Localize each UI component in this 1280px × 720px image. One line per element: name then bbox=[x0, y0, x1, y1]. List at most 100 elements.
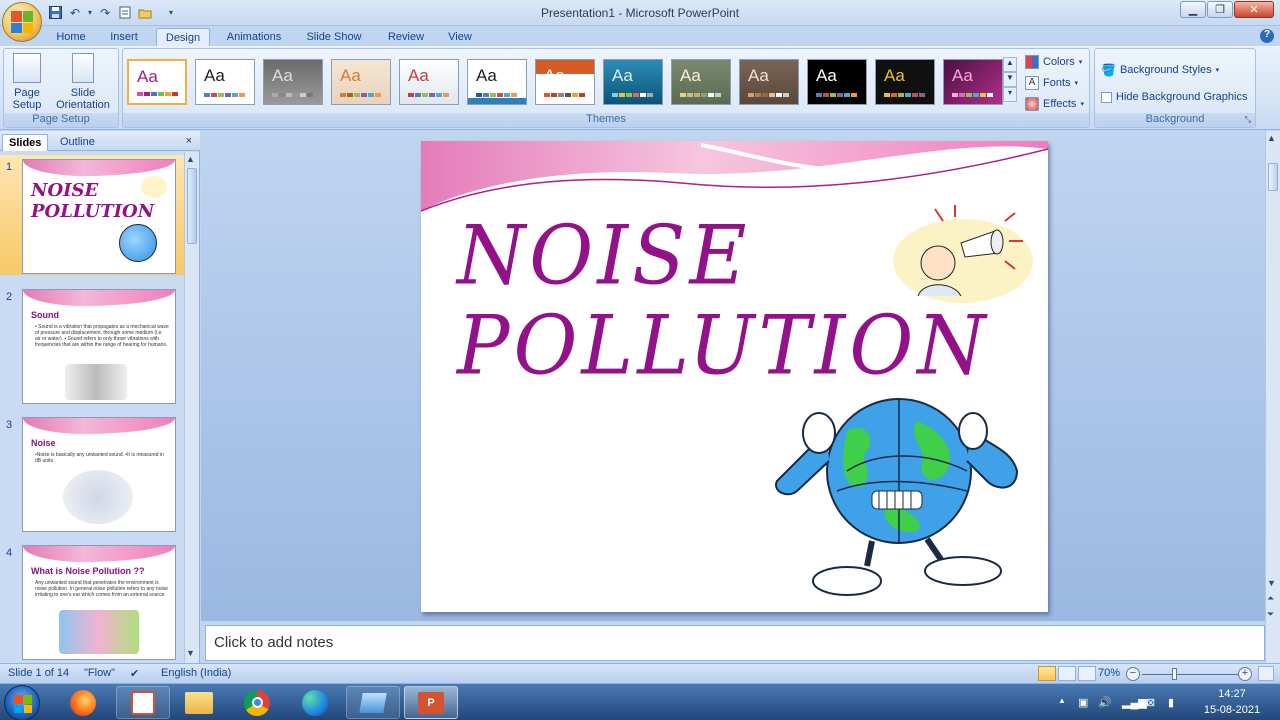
tab-home[interactable]: Home bbox=[50, 28, 92, 47]
theme-thumbnail-13[interactable]: Aa bbox=[943, 59, 1003, 105]
edge-icon[interactable] bbox=[288, 686, 342, 719]
slide-thumbnail-1[interactable]: 1 NOISE POLLUTION bbox=[0, 155, 184, 275]
theme-thumbnail-5[interactable]: Aa bbox=[399, 59, 459, 105]
zoom-slider-thumb[interactable] bbox=[1172, 668, 1177, 680]
theme-thumbnail-12[interactable]: Aa bbox=[875, 59, 935, 105]
dialog-launcher-icon[interactable]: ⤡ bbox=[1245, 115, 1251, 125]
slides-pane-scrollbar[interactable]: ▲ ▼ bbox=[184, 152, 199, 663]
scroll-down-icon[interactable]: ▼ bbox=[186, 648, 195, 658]
powerpoint-viewer-icon[interactable] bbox=[116, 686, 170, 719]
scroll-thumb[interactable] bbox=[1268, 163, 1278, 191]
powerpoint-taskbar-icon[interactable]: P bbox=[404, 686, 458, 719]
current-slide[interactable]: NOISE POLLUTION bbox=[421, 141, 1048, 612]
slide-show-view-icon[interactable] bbox=[1078, 666, 1096, 681]
slide-thumbnail-4[interactable]: 4 What is Noise Pollution ?? Any unwante… bbox=[0, 541, 184, 661]
color-swatch bbox=[497, 93, 503, 97]
battery-icon[interactable]: ▮ bbox=[1168, 696, 1174, 709]
fit-to-window-icon[interactable] bbox=[1258, 666, 1274, 681]
gallery-more-icon[interactable]: ▾ bbox=[1003, 87, 1017, 102]
theme-thumbnail-8[interactable]: Aa bbox=[603, 59, 663, 105]
slide-preview: Sound • Sound is a vibration that propag… bbox=[22, 289, 176, 404]
tab-design[interactable]: Design bbox=[156, 28, 210, 47]
theme-thumbnail-1[interactable]: Aa bbox=[127, 59, 187, 105]
slide-title-line1[interactable]: NOISE bbox=[457, 209, 750, 304]
color-swatch bbox=[987, 93, 993, 97]
scroll-thumb[interactable] bbox=[187, 168, 197, 244]
notes-pane[interactable]: Click to add notes bbox=[205, 625, 1265, 661]
notification-icon[interactable]: ▣ bbox=[1078, 696, 1088, 709]
color-swatch bbox=[633, 93, 639, 97]
colors-button[interactable]: Colors ▾ bbox=[1025, 55, 1082, 69]
color-swatch bbox=[422, 93, 428, 97]
theme-thumbnail-2[interactable]: Aa bbox=[195, 59, 255, 105]
fonts-dropdown-icon: ▾ bbox=[1074, 80, 1079, 87]
fonts-button[interactable]: A Fonts ▾ bbox=[1025, 76, 1078, 90]
chrome-icon[interactable] bbox=[230, 686, 284, 719]
color-swatch bbox=[844, 93, 850, 97]
network-icon[interactable]: ▂▄▆ bbox=[1122, 696, 1147, 709]
clock-time[interactable]: 14:27 bbox=[1202, 688, 1262, 700]
theme-band bbox=[468, 98, 526, 104]
minimize-icon[interactable]: ▁ bbox=[1180, 1, 1206, 18]
slide-thumbnail-2[interactable]: 2 Sound • Sound is a vibration that prop… bbox=[0, 285, 184, 405]
page-setup-button[interactable]: Page Setup bbox=[10, 53, 44, 111]
slide-thumbnail-3[interactable]: 3 Noise •Noise is basically any unwanted… bbox=[0, 413, 184, 533]
close-icon[interactable]: ✕ bbox=[1234, 1, 1274, 18]
tab-view[interactable]: View bbox=[442, 28, 478, 47]
zoom-level[interactable]: 70% bbox=[1098, 667, 1120, 679]
zoom-in-icon[interactable]: + bbox=[1238, 667, 1252, 681]
show-hidden-icons-icon[interactable]: ▲ bbox=[1058, 696, 1066, 705]
clock-date[interactable]: 15-08-2021 bbox=[1202, 704, 1262, 716]
tab-animations[interactable]: Animations bbox=[222, 28, 286, 47]
next-slide-icon[interactable]: ⏷ bbox=[1267, 609, 1274, 620]
normal-view-icon[interactable] bbox=[1038, 666, 1056, 681]
slide-title-line2[interactable]: POLLUTION bbox=[457, 299, 990, 394]
page-setup-icon bbox=[13, 53, 41, 83]
theme-thumbnail-7[interactable]: Aa bbox=[535, 59, 595, 105]
volume-icon[interactable]: 🔊 bbox=[1098, 696, 1112, 709]
tab-slides[interactable]: Slides bbox=[2, 134, 49, 151]
close-pane-icon[interactable]: × bbox=[186, 135, 192, 147]
zoom-slider[interactable] bbox=[1142, 674, 1238, 675]
slide-orientation-button[interactable]: Slide Orientation bbox=[50, 53, 116, 111]
language[interactable]: English (India) bbox=[161, 667, 231, 679]
tab-slide-show[interactable]: Slide Show bbox=[300, 28, 368, 47]
help-icon[interactable]: ? bbox=[1260, 29, 1274, 43]
thumb-title: Sound bbox=[31, 310, 59, 320]
restore-icon[interactable]: ❐ bbox=[1207, 1, 1233, 18]
tab-outline[interactable]: Outline bbox=[54, 134, 101, 151]
color-swatch bbox=[137, 92, 143, 96]
network-status-icon[interactable]: ⊠ bbox=[1146, 696, 1155, 709]
hide-background-graphics-checkbox[interactable]: Hide Background Graphics bbox=[1101, 91, 1247, 103]
tab-review[interactable]: Review bbox=[380, 28, 432, 47]
scroll-up-icon[interactable]: ▲ bbox=[186, 154, 195, 164]
theme-thumbnail-4[interactable]: Aa bbox=[331, 59, 391, 105]
theme-thumbnail-3[interactable]: Aa bbox=[263, 59, 323, 105]
start-button[interactable] bbox=[4, 685, 40, 720]
color-swatch bbox=[912, 93, 918, 97]
gallery-down-icon[interactable]: ▼ bbox=[1003, 72, 1017, 87]
slide-area-scrollbar[interactable]: ▲ ▼ ⏶ ⏷ bbox=[1265, 131, 1280, 663]
tab-insert[interactable]: Insert bbox=[104, 28, 144, 47]
firefox-icon[interactable] bbox=[56, 686, 110, 719]
color-swatch bbox=[619, 93, 625, 97]
theme-thumbnail-10[interactable]: Aa bbox=[739, 59, 799, 105]
office-button[interactable] bbox=[2, 2, 42, 42]
spell-check-icon[interactable]: ✔ bbox=[130, 667, 139, 680]
theme-sample-text: Aa bbox=[340, 66, 361, 85]
generic-app-icon[interactable] bbox=[346, 686, 400, 719]
slide-sorter-view-icon[interactable] bbox=[1058, 666, 1076, 681]
effects-button[interactable]: Effects ▾ bbox=[1025, 97, 1084, 111]
color-swatch bbox=[905, 93, 911, 97]
theme-thumbnail-9[interactable]: Aa bbox=[671, 59, 731, 105]
gallery-up-icon[interactable]: ▲ bbox=[1003, 57, 1017, 72]
zoom-out-icon[interactable]: − bbox=[1126, 667, 1140, 681]
theme-thumbnail-6[interactable]: Aa bbox=[467, 59, 527, 105]
background-styles-button[interactable]: 🪣 Background Styles ▾ bbox=[1101, 63, 1219, 77]
theme-thumbnail-11[interactable]: Aa bbox=[807, 59, 867, 105]
previous-slide-icon[interactable]: ⏶ bbox=[1267, 593, 1274, 604]
theme-sample-text: Aa bbox=[748, 66, 769, 85]
scroll-up-icon[interactable]: ▲ bbox=[1267, 133, 1276, 143]
file-explorer-icon[interactable] bbox=[172, 686, 226, 719]
scroll-down-icon[interactable]: ▼ bbox=[1267, 578, 1276, 588]
